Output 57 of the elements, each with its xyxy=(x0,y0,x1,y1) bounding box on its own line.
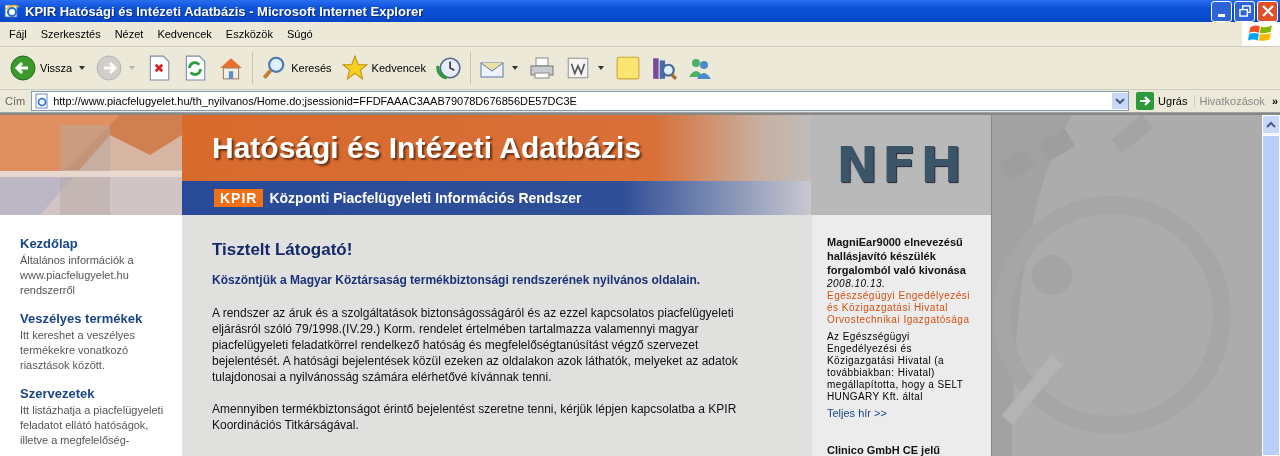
news-title[interactable]: MagniEar9000 elnevezésű hallásjavító készülék forgalomból való kivonása xyxy=(827,235,979,277)
site-subtitle: Központi Piacfelügyeleti Információs Rendszer xyxy=(269,190,582,206)
menu-item[interactable]: Súgó xyxy=(279,28,320,40)
go-button[interactable]: Ugrás xyxy=(1132,92,1192,110)
more-button[interactable]: » xyxy=(1271,95,1278,107)
news-title[interactable]: Clinico GmbH CE jelű xyxy=(827,443,979,456)
nav-description: Általános információk a www.piacfelugyelet.hu rendszerről xyxy=(20,253,135,298)
site-title: Hatósági és Intézeti Adatbázis xyxy=(212,131,641,165)
logo: KPIR xyxy=(214,189,264,207)
address-label: Cím xyxy=(4,95,27,107)
paragraph: A rendszer az áruk és a szolgáltatások biztonságosságáról és az ezzel kapcsolatos piacfelügyeleti eljárásról szóló 79/1998.(IV.29.) Korm. rendelet értelmében tartalmazza valamennyi magyar piacfelügyeleti feladatkörrel rendelkező hatóság és megfelelőségtanúsítást végző szervezet bejelentését. A hatósági bejelentések közül ezeken az oldalakon azok láthatók, melyeket az adatok tulajdonosai a nyilvánosság számára elérhetővé kívánnak tenni. xyxy=(212,305,739,385)
restore-button[interactable] xyxy=(1234,0,1255,22)
history-icon xyxy=(436,55,462,81)
menu-item[interactable]: Fájl xyxy=(2,28,34,40)
nav-link[interactable]: Kezdőlap xyxy=(20,235,182,253)
page-icon xyxy=(34,93,51,109)
books-icon xyxy=(651,55,677,81)
back-button[interactable]: Vissza xyxy=(6,51,91,85)
browser-icon xyxy=(4,3,20,19)
page-heading: Tisztelt Látogató! xyxy=(212,239,354,261)
search-button[interactable]: Keresés xyxy=(257,51,336,85)
printer-icon xyxy=(529,55,555,81)
menu-item[interactable]: Nézet xyxy=(107,28,151,40)
dropdown-button[interactable] xyxy=(1112,93,1129,109)
minimize-icon xyxy=(1218,13,1225,17)
chevron-down-icon xyxy=(1115,97,1126,105)
menu-item[interactable]: Kedvencek xyxy=(150,28,219,40)
paragraph: Amennyiben termékbiztonságot érintő bejelentést szeretne tenni, kérjük lépjen kapcsolatba a KPIR Koordinációs Titkárságával. xyxy=(212,401,738,433)
caret-icon xyxy=(78,65,87,71)
nav-description: Itt kereshet a veszélyes termékekre vonatkozó riasztások között. xyxy=(20,328,136,373)
agency-logo: NFH xyxy=(836,136,967,194)
news-date: 2008.10.13. xyxy=(827,277,887,290)
menu-item[interactable]: Szerkesztés xyxy=(33,28,108,40)
nav-description: Itt listázhatja a piacfelügyeleti feladatot ellátó hatóságok, illetve a megfelelőség- xyxy=(20,403,165,448)
windows-flag-icon xyxy=(1242,22,1280,46)
chevron-up-icon xyxy=(1266,120,1276,129)
caret-icon xyxy=(128,65,137,71)
close-button[interactable] xyxy=(1257,0,1278,22)
news-source: Egészségügyi Engedélyezési és Közigazgatási Hivatal Orvostechnikai Igazgatósága xyxy=(827,290,972,326)
news-summary: Az Egészségügyi Engedélyezési és Közigazgatási Hivatal (a továbbiakban: Hivatal) megállapította, hogy a SELT HUNGARY Kft. által xyxy=(827,331,965,403)
caret-icon xyxy=(511,65,519,71)
nav-link[interactable]: Szervezetek xyxy=(20,385,182,403)
document-icon xyxy=(565,55,591,81)
menu-item[interactable]: Eszközök xyxy=(218,28,280,40)
favorites-button[interactable]: Kedvencek xyxy=(337,51,430,85)
address-field[interactable]: http://www.piacfelugyelet.hu/th_nyilvanos/Home.do;jsessionid=FFDFAAAC3AAB79078D676856DE57DC3E xyxy=(31,91,1130,111)
restore-icon xyxy=(1238,5,1251,17)
scroll-up-button[interactable] xyxy=(1262,115,1280,134)
minimize-button[interactable] xyxy=(1211,0,1232,22)
note-icon xyxy=(615,55,641,81)
close-icon xyxy=(1261,5,1274,17)
nav-link[interactable]: Veszélyes termékek xyxy=(20,310,182,328)
read-more-link[interactable]: Teljes hír >> xyxy=(827,407,979,419)
star-icon xyxy=(341,55,368,81)
intro-text: Köszöntjük a Magyar Köztársaság termékbiztonsági rendszerének nyilvános oldalain. xyxy=(212,273,702,287)
caret-icon xyxy=(597,65,605,71)
window-title: KPIR Hatósági és Intézeti Adatbázis - Microsoft Internet Explorer xyxy=(25,3,425,19)
